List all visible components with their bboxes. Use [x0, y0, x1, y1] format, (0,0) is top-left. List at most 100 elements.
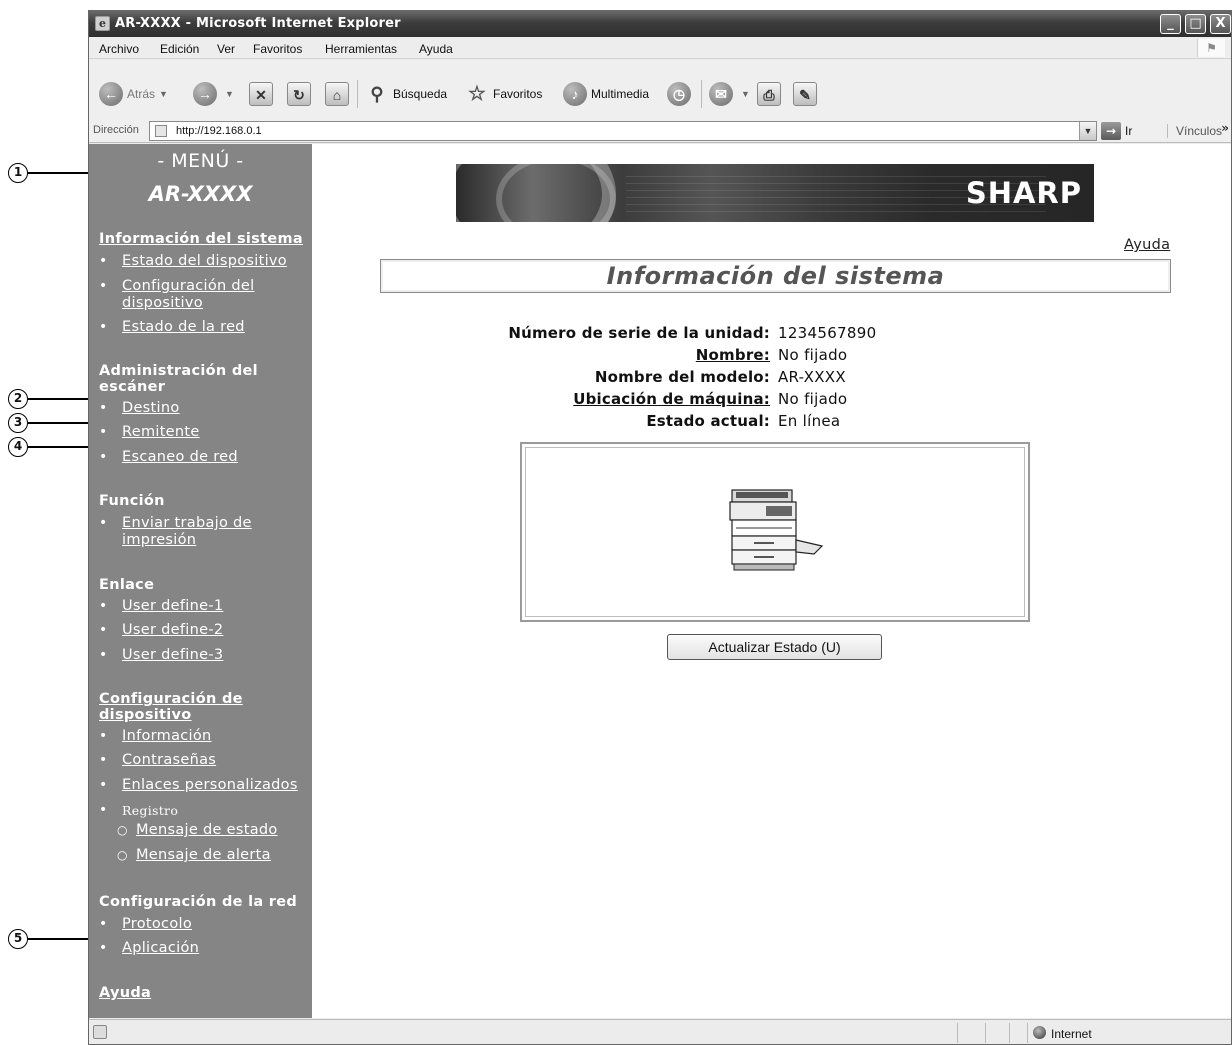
info-value: No fijado	[778, 390, 848, 408]
callout-4: 4	[8, 437, 111, 457]
window-title: AR-XXXX - Microsoft Internet Explorer	[115, 16, 401, 31]
forward-button[interactable]: → ▼	[193, 80, 234, 108]
multimedia-label: Multimedia	[591, 87, 650, 101]
address-label: Dirección	[93, 124, 139, 136]
back-dropdown-icon: ▼	[159, 89, 168, 99]
back-arrow-icon: ←	[99, 82, 123, 106]
address-url: http://192.168.0.1	[176, 125, 262, 137]
callout-3: 3	[8, 413, 111, 433]
page-heading-box: Información del sistema	[380, 259, 1171, 293]
model-name: AR-XXXX	[148, 182, 253, 206]
menu-herramientas[interactable]: Herramientas	[325, 42, 397, 56]
title-bar[interactable]: e AR-XXXX - Microsoft Internet Explorer …	[89, 11, 1231, 37]
multimedia-icon: ♪	[563, 82, 587, 106]
info-row-status: Estado actual: En línea	[312, 412, 1231, 434]
update-status-button[interactable]: Actualizar Estado (U)	[667, 634, 882, 660]
main-panel: SHARP Ayuda Información del sistema Núme…	[312, 144, 1231, 1018]
refresh-button[interactable]: ↻	[287, 80, 315, 108]
maximize-button[interactable]: □	[1185, 14, 1206, 34]
info-label: Número de serie de la unidad:	[508, 324, 770, 342]
go-button[interactable]: Ir	[1125, 124, 1132, 138]
browser-window: e AR-XXXX - Microsoft Internet Explorer …	[88, 10, 1232, 1045]
page-status-icon	[93, 1025, 107, 1039]
ie-page-icon: e	[95, 16, 110, 31]
refresh-icon: ↻	[287, 82, 311, 106]
section-network-settings: Configuración de la red	[99, 894, 298, 910]
history-icon: ◷	[667, 82, 691, 106]
sharp-logo: SHARP	[965, 176, 1082, 210]
favorites-label: Favoritos	[493, 87, 543, 101]
info-label-link[interactable]: Ubicación de máquina:	[573, 390, 770, 408]
address-input[interactable]: http://192.168.0.1 ▼	[149, 121, 1097, 141]
security-zone: Internet	[1051, 1027, 1092, 1041]
info-row-name: Nombre: No fijado	[312, 346, 1231, 368]
page-icon	[155, 125, 167, 137]
info-value: En línea	[778, 412, 841, 430]
forward-dropdown-icon: ▼	[225, 89, 234, 99]
page-content: - MENÚ - AR-XXXX Información del sistema…	[89, 144, 1231, 1018]
nav-system-info[interactable]: Información del sistema	[99, 231, 303, 247]
go-arrow-icon[interactable]: →	[1101, 122, 1121, 140]
toolbar-chevron-icon[interactable]: »	[1221, 121, 1229, 135]
sidebar-menu: - MENÚ - AR-XXXX Información del sistema…	[89, 144, 312, 1018]
section-function: Función	[99, 493, 165, 509]
menu-title: - MENÚ -	[157, 150, 244, 172]
menu-ayuda[interactable]: Ayuda	[419, 42, 453, 56]
copier-illustration	[729, 489, 824, 571]
standard-toolbar: ← Atrás ▼ → ▼ ✕ ↻ ⌂ ⚲ Búsqueda ☆ Favorit…	[89, 60, 1231, 126]
home-button[interactable]: ⌂	[325, 80, 353, 108]
device-image-frame	[520, 442, 1030, 622]
sharp-banner: SHARP	[456, 164, 1094, 222]
nav-help[interactable]: Ayuda	[99, 985, 151, 1001]
info-row-serial: Número de serie de la unidad: 1234567890	[312, 324, 1231, 346]
nav-device-settings[interactable]: Configuración de dispositivo	[99, 691, 259, 723]
mail-button[interactable]: ✉ ▼	[709, 80, 750, 108]
address-dropdown-icon[interactable]: ▼	[1079, 122, 1096, 140]
mail-icon: ✉	[709, 82, 733, 106]
page-title: Información del sistema	[606, 262, 945, 290]
menu-ver[interactable]: Ver	[217, 42, 235, 56]
search-label: Búsqueda	[393, 87, 448, 101]
windows-logo-icon: ⚑	[1197, 39, 1225, 57]
menu-edicion[interactable]: Edición	[160, 42, 199, 56]
forward-arrow-icon: →	[193, 82, 217, 106]
info-row-model: Nombre del modelo: AR-XXXX	[312, 368, 1231, 390]
favorites-button[interactable]: ☆ Favoritos	[465, 80, 542, 108]
edit-button[interactable]: ✎	[793, 80, 821, 108]
info-label: Nombre del modelo:	[594, 368, 770, 386]
callout-2: 2	[8, 389, 111, 409]
info-label: Estado actual:	[646, 412, 770, 430]
address-bar: Dirección http://192.168.0.1 ▼ → Ir Vínc…	[89, 119, 1231, 143]
info-label-link[interactable]: Nombre:	[696, 346, 770, 364]
back-label: Atrás	[127, 87, 156, 101]
menu-favoritos[interactable]: Favoritos	[253, 42, 302, 56]
section-scanner-admin: Administración del escáner	[99, 363, 258, 395]
star-icon: ☆	[468, 83, 486, 105]
print-button[interactable]: ⎙	[757, 80, 785, 108]
printer-icon: ⎙	[757, 82, 781, 106]
status-bar: Internet	[89, 1019, 1231, 1044]
mail-dropdown-icon: ▼	[741, 89, 750, 99]
info-value: AR-XXXX	[778, 368, 846, 386]
internet-zone-icon	[1033, 1026, 1046, 1039]
links-button[interactable]: Vínculos	[1167, 124, 1222, 138]
history-button[interactable]: ◷	[667, 80, 695, 108]
minimize-button[interactable]: _	[1160, 14, 1181, 34]
help-link[interactable]: Ayuda	[1124, 237, 1170, 253]
search-button[interactable]: ⚲ Búsqueda	[365, 80, 447, 108]
back-button[interactable]: ← Atrás ▼	[99, 80, 168, 108]
close-button[interactable]: X	[1210, 14, 1231, 34]
info-value: No fijado	[778, 346, 848, 364]
info-value: 1234567890	[778, 324, 877, 342]
menu-archivo[interactable]: Archivo	[99, 42, 139, 56]
stop-button[interactable]: ✕	[249, 80, 277, 108]
home-icon: ⌂	[325, 82, 349, 106]
multimedia-button[interactable]: ♪ Multimedia	[563, 80, 649, 108]
search-icon: ⚲	[370, 84, 384, 104]
section-link: Enlace	[99, 577, 155, 593]
callout-5: 5	[8, 929, 111, 949]
menu-bar: Archivo Edición Ver Favoritos Herramient…	[89, 37, 1231, 59]
stop-icon: ✕	[249, 82, 273, 106]
callout-1: 1	[8, 163, 144, 183]
info-row-location: Ubicación de máquina: No fijado	[312, 390, 1231, 412]
